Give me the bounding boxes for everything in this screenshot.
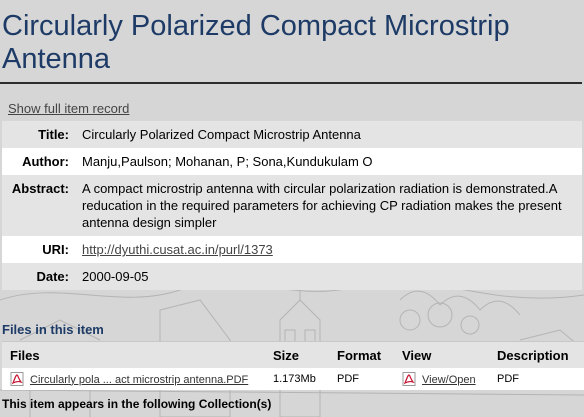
metadata-table: Title: Circularly Polarized Compact Micr… (2, 121, 582, 290)
column-header-view: View (394, 341, 489, 368)
metadata-row-uri: URI: http://dyuthi.cusat.ac.in/purl/1373 (2, 236, 582, 263)
show-full-record-link[interactable]: Show full item record (8, 101, 584, 117)
page-title: Circularly Polarized Compact Microstrip … (2, 10, 510, 75)
metadata-label: Date: (2, 263, 82, 290)
metadata-row-title: Title: Circularly Polarized Compact Micr… (2, 121, 582, 148)
files-section-heading: Files in this item (2, 322, 104, 337)
uri-link[interactable]: http://dyuthi.cusat.ac.in/purl/1373 (82, 242, 273, 257)
metadata-label: URI: (2, 236, 82, 263)
title-divider (0, 82, 582, 84)
metadata-value: Manju,Paulson; Mohanan, P; Sona,Kundukul… (82, 148, 582, 175)
collections-heading: This item appears in the following Colle… (2, 396, 272, 411)
metadata-label: Author: (2, 148, 82, 175)
metadata-label: Abstract: (2, 175, 82, 236)
metadata-value: Circularly Polarized Compact Microstrip … (82, 121, 582, 148)
metadata-row-author: Author: Manju,Paulson; Mohanan, P; Sona,… (2, 148, 582, 175)
item-page: Circularly Polarized Compact Microstrip … (0, 0, 584, 412)
column-header-files: Files (2, 341, 265, 368)
metadata-row-abstract: Abstract: A compact microstrip antenna w… (2, 175, 582, 236)
metadata-row-date: Date: 2000-09-05 (2, 263, 582, 290)
files-table: Files Size Format View Description Circu… (2, 341, 584, 390)
metadata-value: 2000-09-05 (82, 263, 582, 290)
column-header-description: Description (489, 341, 584, 368)
file-description: PDF (489, 367, 584, 390)
metadata-value: A compact microstrip antenna with circul… (82, 175, 582, 236)
files-header-row: Files Size Format View Description (2, 341, 584, 368)
pdf-icon (402, 371, 416, 386)
file-size: 1.173Mb (265, 367, 329, 390)
file-format: PDF (329, 367, 394, 390)
file-name-link[interactable]: Circularly pola ... act microstrip anten… (30, 374, 248, 386)
pdf-icon (10, 371, 24, 386)
column-header-format: Format (329, 341, 394, 368)
view-open-link[interactable]: View/Open (422, 374, 476, 386)
metadata-label: Title: (2, 121, 82, 148)
column-header-size: Size (265, 341, 329, 368)
file-row: Circularly pola ... act microstrip anten… (2, 367, 584, 390)
